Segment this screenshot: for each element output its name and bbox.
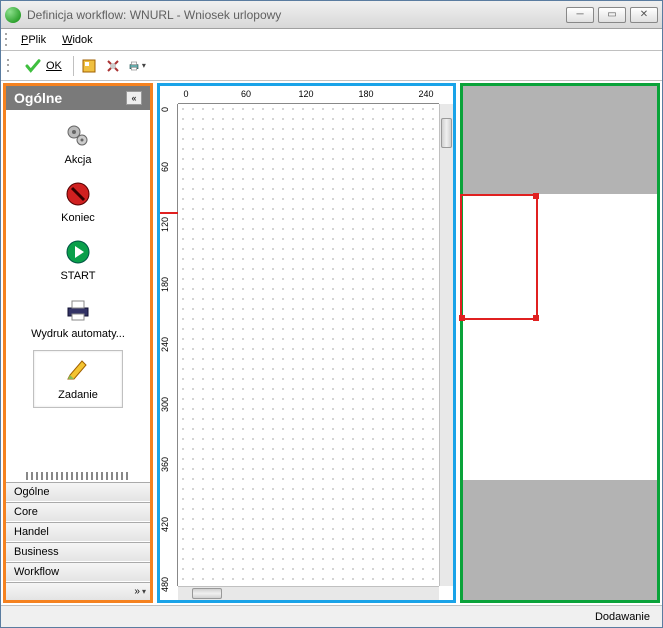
gears-icon xyxy=(64,122,92,150)
ruler-tick: 300 xyxy=(160,397,170,412)
ruler-tick: 60 xyxy=(241,89,251,99)
app-window: Definicja workflow: WNURL - Wniosek urlo… xyxy=(0,0,663,628)
category-core[interactable]: Core xyxy=(6,502,150,522)
print-icon[interactable]: ▾ xyxy=(128,57,146,75)
category-overflow[interactable]: » ▾ xyxy=(6,582,150,600)
tool-label: Akcja xyxy=(65,154,92,166)
toolbox-panel: Ogólne « Akcja Koniec xyxy=(3,83,153,603)
titlebar: Definicja workflow: WNURL - Wniosek urlo… xyxy=(1,1,662,29)
ruler-tick: 0 xyxy=(183,89,188,99)
toolbox-header: Ogólne « xyxy=(6,86,150,110)
minimize-button[interactable]: ─ xyxy=(566,7,594,23)
tool-item-wydruk[interactable]: Wydruk automaty... xyxy=(10,292,146,344)
close-button[interactable]: ✕ xyxy=(630,7,658,23)
app-icon xyxy=(5,7,21,23)
preview-panel xyxy=(460,83,660,603)
dropdown-icon: ▾ xyxy=(142,61,146,70)
pencil-icon xyxy=(64,357,92,385)
preview-gray-bottom xyxy=(463,480,657,600)
play-icon xyxy=(64,238,92,266)
toolbar: OK ▾ xyxy=(1,51,662,81)
menu-file[interactable]: PPlikPlik xyxy=(15,32,52,48)
collapse-button[interactable]: « xyxy=(126,91,142,105)
ruler-tick: 240 xyxy=(418,89,433,99)
ruler-tick: 360 xyxy=(160,457,170,472)
menu-grip-icon xyxy=(5,32,9,48)
category-business[interactable]: Business xyxy=(6,542,150,562)
splitter-grip[interactable] xyxy=(26,472,130,480)
ruler-tick: 180 xyxy=(160,277,170,292)
chevron-right-icon: » xyxy=(134,586,140,597)
ruler-tick: 480 xyxy=(160,577,170,592)
menubar: PPlikPlik WidokWidok xyxy=(1,29,662,51)
dropdown-icon: ▾ xyxy=(142,587,146,596)
category-list: Ogólne Core Handel Business Workflow » ▾ xyxy=(6,482,150,600)
toolbar-separator xyxy=(73,56,74,76)
window-buttons: ─ ▭ ✕ xyxy=(566,7,658,23)
resize-handle[interactable] xyxy=(533,315,539,321)
ruler-tick: 240 xyxy=(160,337,170,352)
resize-handle[interactable] xyxy=(533,193,539,199)
ruler-marker xyxy=(160,212,178,214)
tool-item-zadanie[interactable]: Zadanie xyxy=(33,350,123,408)
selection-rect[interactable] xyxy=(460,194,538,320)
printer-icon xyxy=(64,296,92,324)
tool-label: START xyxy=(60,270,95,282)
ruler-tick: 0 xyxy=(160,107,170,112)
menu-view[interactable]: WidokWidok xyxy=(56,32,99,48)
ruler-horizontal: 0 60 120 180 240 xyxy=(178,86,439,104)
check-icon xyxy=(24,57,42,75)
maximize-button[interactable]: ▭ xyxy=(598,7,626,23)
category-handel[interactable]: Handel xyxy=(6,522,150,542)
design-canvas[interactable] xyxy=(178,104,439,586)
tool-item-koniec[interactable]: Koniec xyxy=(10,176,146,228)
tool-icon-1[interactable] xyxy=(80,57,98,75)
toolbox-title: Ogólne xyxy=(14,90,62,106)
window-title: Definicja workflow: WNURL - Wniosek urlo… xyxy=(27,8,566,22)
tool-item-akcja[interactable]: Akcja xyxy=(10,118,146,170)
tool-label: Koniec xyxy=(61,212,95,224)
tool-label: Zadanie xyxy=(58,389,98,401)
tool-icon-2[interactable] xyxy=(104,57,122,75)
category-ogolne[interactable]: Ogólne xyxy=(6,482,150,502)
category-workflow[interactable]: Workflow xyxy=(6,562,150,582)
scrollbar-vertical[interactable] xyxy=(439,104,453,586)
canvas-panel: 0 60 120 180 240 0 60 120 180 240 300 36… xyxy=(157,83,456,603)
scrollbar-horizontal[interactable] xyxy=(178,586,439,600)
scroll-thumb[interactable] xyxy=(441,118,452,148)
stop-icon xyxy=(64,180,92,208)
ruler-vertical: 0 60 120 180 240 300 360 420 480 xyxy=(160,104,178,586)
toolbar-grip-icon xyxy=(7,58,11,74)
ruler-tick: 180 xyxy=(358,89,373,99)
statusbar: Dodawanie xyxy=(1,605,662,627)
resize-handle[interactable] xyxy=(459,315,465,321)
status-text: Dodawanie xyxy=(595,611,650,623)
tool-item-start[interactable]: START xyxy=(10,234,146,286)
ruler-tick: 120 xyxy=(298,89,313,99)
main-area: Ogólne « Akcja Koniec xyxy=(1,81,662,605)
scroll-thumb[interactable] xyxy=(192,588,222,599)
ruler-tick: 60 xyxy=(160,162,170,172)
preview-gray-top xyxy=(463,86,657,194)
ruler-tick: 420 xyxy=(160,517,170,532)
ruler-tick: 120 xyxy=(160,217,170,232)
tool-list: Akcja Koniec START xyxy=(6,110,150,470)
ok-label: OK xyxy=(46,60,62,72)
ok-button[interactable]: OK xyxy=(19,54,67,78)
tool-label: Wydruk automaty... xyxy=(31,328,125,340)
